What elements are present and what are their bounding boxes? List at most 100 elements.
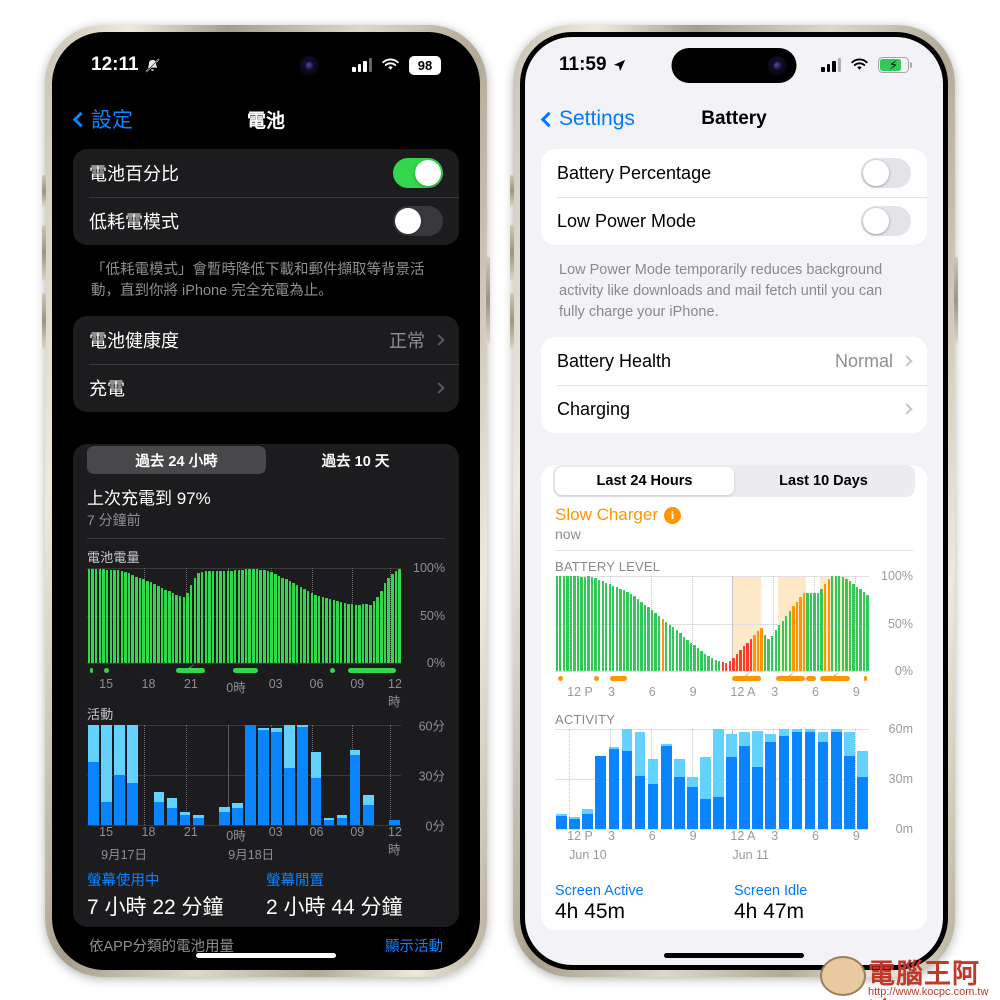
chart-bar [336,601,339,664]
iphone-right-light: 11:59 ⚡ Settings Battery Battery Percent… [510,25,958,977]
charging-segment [233,668,259,674]
chart-bar-stacked [127,725,139,826]
chart-bar [306,590,310,664]
status-bar-left: 12:11 98 [57,37,475,93]
y-tick-label: 0% [894,664,913,679]
activity-plot-left: 0分 30分 60分 [87,720,445,834]
volume-down-button-left[interactable] [42,293,46,349]
chart-bar [369,605,372,664]
back-button-right[interactable]: Settings [540,107,635,131]
row-charging-right[interactable]: Charging [541,385,927,433]
activity-plot-right: 0m 30m 60m [555,722,913,836]
x-tick-label: 12 A [730,685,756,700]
info-circle-icon[interactable]: i [664,506,681,524]
chart-bar [270,571,273,664]
chart-bar-stacked [141,725,152,825]
chart-bar [204,570,208,664]
bar-segment-active [752,767,764,830]
status-bar-right: 11:59 ⚡ [525,37,943,93]
low-power-toggle-right[interactable] [861,206,911,236]
activity-chart-title-right: ACTIVITY [555,712,616,728]
chart-bar [753,634,756,672]
row-charging-left[interactable]: 充電 [73,364,459,412]
battery-percentage-toggle-left[interactable] [393,158,443,188]
show-activity-link-left[interactable]: 顯示活動 [385,935,443,956]
cellular-signal-icon [352,58,372,72]
chart-bar-stacked [218,725,230,826]
dynamic-island-right [671,48,797,83]
chart-bar-stacked [166,725,178,826]
row-low-power-left[interactable]: 低耗電模式 [73,197,459,245]
screen-idle-block-left: 螢幕閒置 2 小時 44 分鐘 [266,869,445,921]
chart-bar [580,577,583,672]
power-button-left[interactable] [486,257,490,343]
bar-segment-idle [778,729,790,736]
volume-up-button-right[interactable] [510,225,514,281]
chart-bar [116,569,120,664]
action-button-left[interactable] [42,175,46,207]
row-battery-percentage-left[interactable]: 電池百分比 [73,149,459,197]
battery-percentage-toggle-right[interactable] [861,158,911,188]
chart-bar [394,570,398,664]
battery-level-plot-right: 0% 50% 100% [555,569,913,678]
slow-charger-notice-right[interactable]: Slow Charger i [555,505,913,525]
power-button-right[interactable] [954,257,958,343]
chart-bar-stacked [323,725,335,826]
segment-last-24-hours-right[interactable]: Last 24 Hours [555,467,734,496]
volume-down-button-right[interactable] [510,293,514,349]
bar-segment-idle [713,729,724,798]
chart-bar-stacked [556,729,567,830]
action-button-right[interactable] [510,175,514,207]
bar-segment-active [765,742,777,830]
chart-bar [146,581,149,664]
time-range-segmented-right[interactable]: Last 24 Hours Last 10 Days [553,465,915,498]
bar-segment-active [101,801,112,826]
bar-segment-active [556,815,567,830]
low-power-toggle-left[interactable] [393,206,443,236]
bar-segment-active [297,726,309,826]
back-button-left[interactable]: 設定 [72,104,133,134]
chart-bar-stacked [362,725,374,826]
row-battery-percentage-right[interactable]: Battery Percentage [541,149,927,197]
chart-bar [197,572,200,664]
chart-bar [686,639,689,672]
low-power-footnote-right: Low Power Mode temporarily reduces backg… [559,262,883,321]
x-tick-label: 09 [350,825,365,840]
chart-bar [626,592,629,672]
wifi-icon [851,58,868,70]
last-charge-title-left: 上次充電到 97% [87,489,211,509]
chart-bar [816,593,820,672]
chart-bar-stacked [179,725,191,826]
time-range-segmented-left[interactable]: 過去 24 小時 過去 10 天 [85,444,447,477]
volume-up-button-left[interactable] [42,225,46,281]
segment-last-10-days-left[interactable]: 過去 10 天 [266,446,445,474]
battery-health-label-right: Battery Health [557,350,672,371]
x-tick-label: 3 [607,685,615,700]
nav-bar-right: Settings Battery [525,93,943,145]
bar-segment-active [830,732,842,830]
bar-segment-active [232,808,243,826]
segment-last-10-days-right[interactable]: Last 10 Days [734,467,913,495]
row-battery-health-right[interactable]: Battery Health Normal [541,337,927,385]
chart-bar [640,601,643,672]
home-indicator-right[interactable] [664,953,804,958]
bar-segment-idle [153,791,165,802]
chart-bar [215,570,219,664]
chart-bar [700,651,703,672]
summary-right: Screen Active 4h 45m Screen Idle 4h 47m [541,867,927,926]
chart-bar [113,569,116,664]
chart-bar-stacked [232,725,243,826]
chart-bar [361,604,365,664]
chart-bar-stacked [830,729,842,830]
charger-notice-block-right: Slow Charger i now [541,501,927,544]
x-tick-label: 12 P [567,829,593,844]
charging-segment [806,676,816,682]
home-indicator-left[interactable] [196,953,336,958]
content-left: 電池百分比 低耗電模式 「低耗電模式」會暫時降低下載和郵件擷取等背景活動，直到你… [57,145,475,956]
segment-last-24-hours-left[interactable]: 過去 24 小時 [87,446,266,475]
row-battery-health-left[interactable]: 電池健康度 正常 [73,316,459,364]
chart-bar-stacked [817,729,829,830]
chart-bar-stacked [206,725,217,825]
chart-bar [672,627,675,672]
row-low-power-right[interactable]: Low Power Mode [541,197,927,245]
